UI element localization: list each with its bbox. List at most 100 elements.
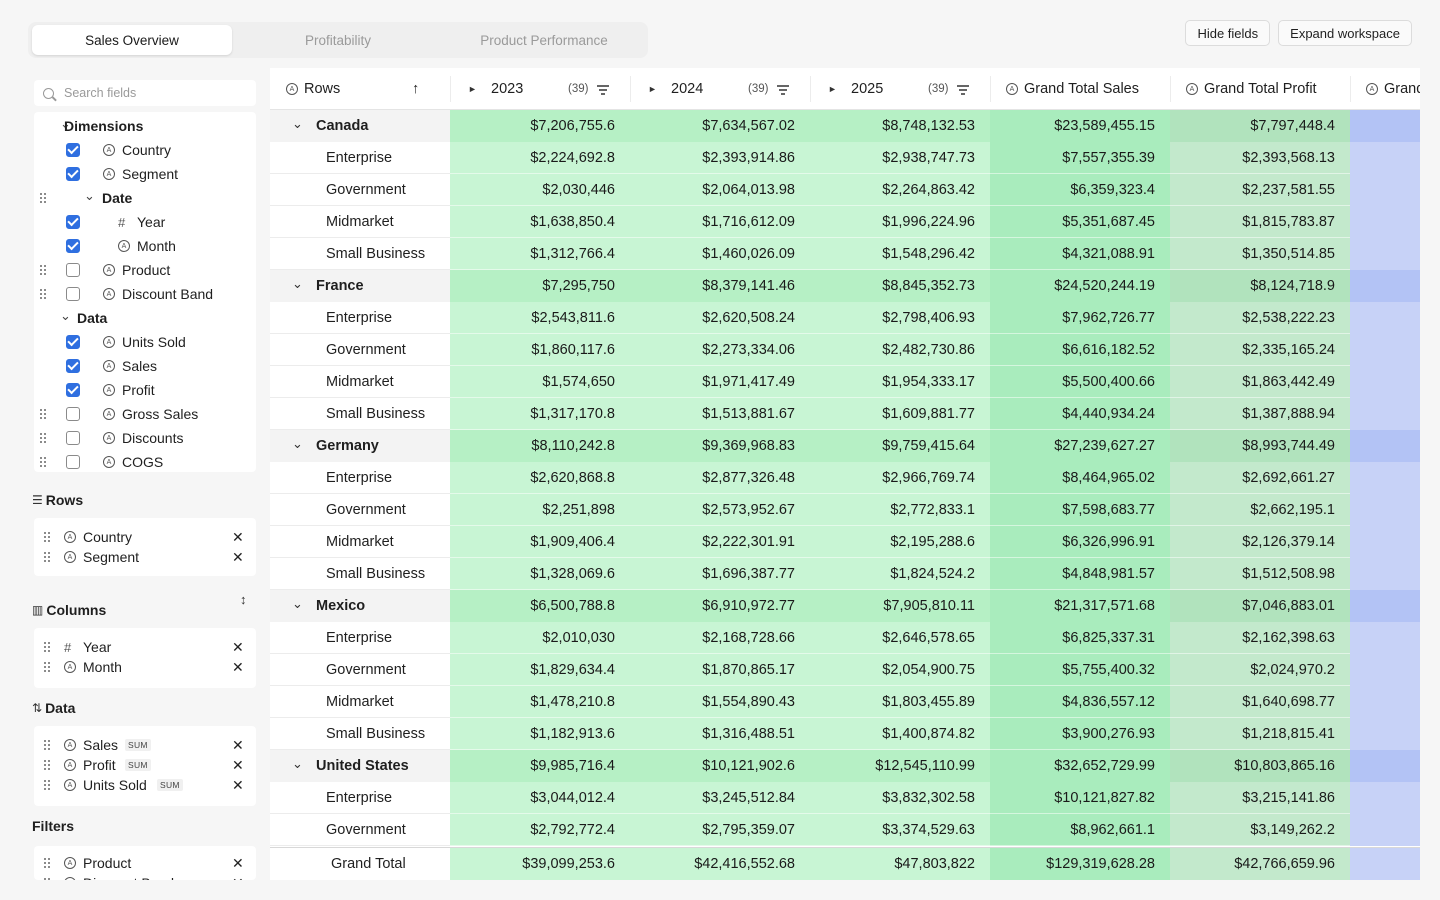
sales-cell[interactable]: $1,312,766.4 [450, 238, 630, 270]
grand-total-profit-cell[interactable]: $2,024,970.2 [1170, 654, 1350, 686]
grand-next-cell[interactable] [1350, 848, 1420, 880]
grand-total-sales-cell[interactable]: $21,317,571.68 [990, 590, 1170, 622]
country-row[interactable]: ⌄ France $7,295,750 $8,379,141.46 $8,845,352… [270, 270, 1420, 302]
sales-cell[interactable]: $2,064,013.98 [630, 174, 810, 206]
grand-next-cell[interactable] [1350, 814, 1420, 846]
sales-cell[interactable]: $2,573,952.67 [630, 494, 810, 526]
drag-handle-icon[interactable] [40, 457, 48, 468]
field-month[interactable]: A Month [34, 234, 256, 258]
grand-next-cell[interactable] [1350, 238, 1420, 270]
grand-total-sales-cell[interactable]: $6,616,182.52 [990, 334, 1170, 366]
grand-total-profit-cell[interactable]: $8,124,718.9 [1170, 270, 1350, 302]
year-header-2025[interactable]: ► 2025 (39) [810, 68, 990, 110]
sales-cell[interactable]: $1,803,455.89 [810, 686, 990, 718]
grand-next-cell[interactable] [1350, 366, 1420, 398]
sales-cell[interactable]: $3,245,512.84 [630, 782, 810, 814]
segment-row[interactable]: Enterprise $2,620,868.8 $2,877,326.48 $2,96… [270, 462, 1420, 494]
field-sales[interactable]: A Sales [34, 354, 256, 378]
sales-cell[interactable]: $2,795,359.07 [630, 814, 810, 846]
remove-icon[interactable]: ✕ [232, 659, 244, 676]
sales-cell[interactable]: $9,985,716.4 [450, 750, 630, 782]
segment-row[interactable]: Small Business $1,328,069.6 $1,696,387.77 $… [270, 558, 1420, 590]
drag-handle-icon[interactable] [44, 662, 52, 673]
grand-total-sales-cell[interactable]: $24,520,244.19 [990, 270, 1170, 302]
field-year[interactable]: # Year [34, 210, 256, 234]
aggregation-badge[interactable]: SUM [157, 779, 183, 791]
dimensions-group[interactable]: ⌄ Dimensions [34, 114, 256, 138]
sales-cell[interactable]: $1,574,650 [450, 366, 630, 398]
segment-row[interactable]: Government $1,829,634.4 $1,870,865.17 $2,05… [270, 654, 1420, 686]
sales-cell[interactable]: $1,824,524.2 [810, 558, 990, 590]
field-checkbox[interactable] [66, 359, 80, 373]
grand-total-profit-cell[interactable]: $8,993,744.49 [1170, 430, 1350, 462]
country-row[interactable]: ⌄ United States $9,985,716.4 $10,121,902.6 $… [270, 750, 1420, 782]
remove-icon[interactable]: ✕ [232, 639, 244, 656]
sales-cell[interactable]: $1,316,488.51 [630, 718, 810, 750]
grand-total-profit-cell[interactable]: $2,692,661.27 [1170, 462, 1350, 494]
chevron-down-icon[interactable]: ⌄ [60, 308, 71, 324]
field-country[interactable]: A Country [34, 138, 256, 162]
sales-cell[interactable]: $1,548,296.42 [810, 238, 990, 270]
grand-total-profit-cell[interactable]: $1,387,888.94 [1170, 398, 1350, 430]
grand-total-sales-cell[interactable]: $23,589,455.15 [990, 110, 1170, 142]
grand-total-cell[interactable]: $42,416,552.68 [630, 848, 810, 880]
country-row[interactable]: ⌄ Canada $7,206,755.6 $7,634,567.02 $8,748,1… [270, 110, 1420, 142]
aggregation-badge[interactable]: SUM [125, 759, 151, 771]
grand-total-profit-cell[interactable]: $2,538,222.23 [1170, 302, 1350, 334]
zone-item[interactable]: A Discount Band ✕ [34, 873, 256, 880]
grand-next-cell[interactable] [1350, 334, 1420, 366]
grand-next-cell[interactable] [1350, 558, 1420, 590]
grand-total-profit-cell[interactable]: $7,797,448.4 [1170, 110, 1350, 142]
grand-next-cell[interactable] [1350, 142, 1420, 174]
sales-cell[interactable]: $12,545,110.99 [810, 750, 990, 782]
grand-total-sales-header[interactable]: A Grand Total Sales [990, 68, 1170, 110]
segment-row[interactable]: Small Business $1,317,170.8 $1,513,881.67 $… [270, 398, 1420, 430]
sales-cell[interactable]: $2,168,728.66 [630, 622, 810, 654]
grand-total-profit-cell[interactable]: $2,662,195.1 [1170, 494, 1350, 526]
segment-row[interactable]: Government $1,860,117.6 $2,273,334.06 $2,48… [270, 334, 1420, 366]
sales-cell[interactable]: $1,996,224.96 [810, 206, 990, 238]
drag-handle-icon[interactable] [44, 552, 52, 563]
grand-total-profit-cell[interactable]: $3,215,141.86 [1170, 782, 1350, 814]
sales-cell[interactable]: $8,379,141.46 [630, 270, 810, 302]
grand-total-sales-cell[interactable]: $4,321,088.91 [990, 238, 1170, 270]
drag-handle-icon[interactable] [44, 878, 52, 880]
grand-next-cell[interactable] [1350, 174, 1420, 206]
grand-next-cell[interactable] [1350, 622, 1420, 654]
grand-total-profit-cell[interactable]: $2,126,379.14 [1170, 526, 1350, 558]
sales-cell[interactable]: $2,054,900.75 [810, 654, 990, 686]
field-checkbox[interactable] [66, 167, 80, 181]
sales-cell[interactable]: $8,748,132.53 [810, 110, 990, 142]
date-group[interactable]: ⌄ Date [34, 186, 256, 210]
zone-item[interactable]: A Profit SUM ✕ [34, 755, 256, 775]
hide-fields-button[interactable]: Hide fields [1185, 20, 1271, 46]
sales-cell[interactable]: $1,317,170.8 [450, 398, 630, 430]
sales-cell[interactable]: $1,400,874.82 [810, 718, 990, 750]
grand-total-sales-cell[interactable]: $6,825,337.31 [990, 622, 1170, 654]
sales-cell[interactable]: $2,251,898 [450, 494, 630, 526]
sales-cell[interactable]: $1,909,406.4 [450, 526, 630, 558]
remove-icon[interactable]: ✕ [232, 529, 244, 546]
segment-row[interactable]: Small Business $1,182,913.6 $1,316,488.51 $… [270, 718, 1420, 750]
year-header-2024[interactable]: ► 2024 (39) [630, 68, 810, 110]
drag-handle-icon[interactable] [44, 760, 52, 771]
sales-cell[interactable]: $1,971,417.49 [630, 366, 810, 398]
sales-cell[interactable]: $6,500,788.8 [450, 590, 630, 622]
sales-cell[interactable]: $2,966,769.74 [810, 462, 990, 494]
grand-total-profit-cell[interactable]: $1,218,815.41 [1170, 718, 1350, 750]
grand-total-sales-cell[interactable]: $27,239,627.27 [990, 430, 1170, 462]
segment-row[interactable]: Government $2,030,446 $2,064,013.98 $2,264,… [270, 174, 1420, 206]
segment-row[interactable]: Midmarket $1,909,406.4 $2,222,301.91 $2,195… [270, 526, 1420, 558]
expand-workspace-button[interactable]: Expand workspace [1278, 20, 1412, 46]
grand-total-sales-cell[interactable]: $5,755,400.32 [990, 654, 1170, 686]
field-checkbox[interactable] [66, 215, 80, 229]
segment-row[interactable]: Government $2,792,772.4 $2,795,359.07 $3,37… [270, 814, 1420, 846]
segment-row[interactable]: Midmarket $1,478,210.8 $1,554,890.43 $1,803… [270, 686, 1420, 718]
field-gross-sales[interactable]: A Gross Sales [34, 402, 256, 426]
search-input[interactable] [64, 86, 244, 100]
sort-ascending-icon[interactable]: ↑ [412, 81, 419, 97]
drag-handle-icon[interactable] [44, 532, 52, 543]
field-checkbox[interactable] [66, 263, 80, 277]
expand-icon[interactable]: ► [648, 84, 657, 94]
aggregation-badge[interactable]: SUM [125, 739, 151, 751]
